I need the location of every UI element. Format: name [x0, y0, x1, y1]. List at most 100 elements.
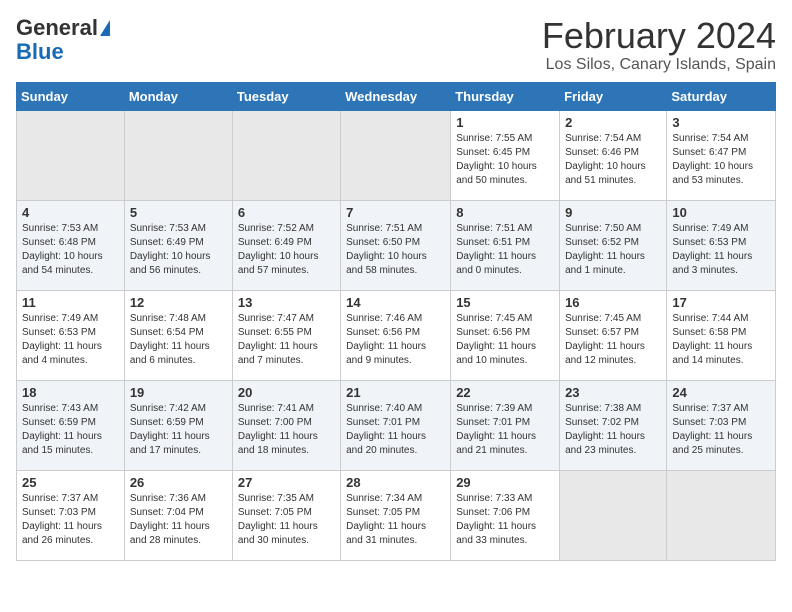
calendar-cell: 6 Sunrise: 7:52 AM Sunset: 6:49 PM Daylig… [232, 200, 340, 290]
calendar-cell: 25 Sunrise: 7:37 AM Sunset: 7:03 PM Dayli… [17, 470, 125, 560]
title-block: February 2024 Los Silos, Canary Islands,… [542, 16, 776, 74]
day-info: Sunrise: 7:48 AM Sunset: 6:54 PM Dayligh… [130, 312, 227, 368]
day-info: Sunrise: 7:46 AM Sunset: 6:56 PM Dayligh… [346, 312, 445, 368]
day-number: 7 [346, 205, 445, 220]
day-info: Sunrise: 7:51 AM Sunset: 6:50 PM Dayligh… [346, 222, 445, 278]
header-tuesday: Tuesday [232, 82, 340, 110]
day-number: 26 [130, 475, 227, 490]
day-info: Sunrise: 7:49 AM Sunset: 6:53 PM Dayligh… [22, 312, 119, 368]
calendar-cell: 16 Sunrise: 7:45 AM Sunset: 6:57 PM Dayli… [560, 290, 667, 380]
calendar-week-3: 11 Sunrise: 7:49 AM Sunset: 6:53 PM Dayli… [17, 290, 776, 380]
header-saturday: Saturday [667, 82, 776, 110]
calendar-week-1: 1 Sunrise: 7:55 AM Sunset: 6:45 PM Daylig… [17, 110, 776, 200]
calendar-cell: 13 Sunrise: 7:47 AM Sunset: 6:55 PM Dayli… [232, 290, 340, 380]
calendar-cell: 27Sunrise: 7:35 AM Sunset: 7:05 PM Dayli… [232, 470, 340, 560]
day-number: 6 [238, 205, 335, 220]
day-info: Sunrise: 7:40 AM Sunset: 7:01 PM Dayligh… [346, 402, 445, 458]
day-info: Sunrise: 7:42 AM Sunset: 6:59 PM Dayligh… [130, 402, 227, 458]
day-number: 13 [238, 295, 335, 310]
day-number: 3 [672, 115, 770, 130]
day-info: Sunrise: 7:44 AM Sunset: 6:58 PM Dayligh… [672, 312, 770, 368]
calendar-cell: 4Sunrise: 7:53 AM Sunset: 6:48 PM Daylig… [17, 200, 125, 290]
day-number: 8 [456, 205, 554, 220]
month-title: February 2024 [542, 16, 776, 56]
calendar-cell: 23 Sunrise: 7:38 AM Sunset: 7:02 PM Dayli… [560, 380, 667, 470]
day-info: Sunrise: 7:38 AM Sunset: 7:02 PM Dayligh… [565, 402, 661, 458]
day-number: 14 [346, 295, 445, 310]
logo-blue: Blue [16, 40, 64, 64]
day-info: Sunrise: 7:41 AM Sunset: 7:00 PM Dayligh… [238, 402, 335, 458]
day-info: Sunrise: 7:36 AM Sunset: 7:04 PM Dayligh… [130, 492, 227, 548]
calendar-cell: 26 Sunrise: 7:36 AM Sunset: 7:04 PM Dayli… [124, 470, 232, 560]
day-info: Sunrise: 7:33 AM Sunset: 7:06 PM Dayligh… [456, 492, 554, 548]
calendar-cell: 11 Sunrise: 7:49 AM Sunset: 6:53 PM Dayli… [17, 290, 125, 380]
header-thursday: Thursday [451, 82, 560, 110]
calendar-cell: 7 Sunrise: 7:51 AM Sunset: 6:50 PM Daylig… [341, 200, 451, 290]
header-wednesday: Wednesday [341, 82, 451, 110]
calendar-cell: 21 Sunrise: 7:40 AM Sunset: 7:01 PM Dayli… [341, 380, 451, 470]
day-info: Sunrise: 7:39 AM Sunset: 7:01 PM Dayligh… [456, 402, 554, 458]
calendar-cell: 19Sunrise: 7:42 AM Sunset: 6:59 PM Dayli… [124, 380, 232, 470]
calendar-cell [124, 110, 232, 200]
day-number: 20 [238, 385, 335, 400]
calendar-header-row: SundayMondayTuesdayWednesdayThursdayFrid… [17, 82, 776, 110]
day-number: 17 [672, 295, 770, 310]
calendar-cell [560, 470, 667, 560]
calendar-cell: 2 Sunrise: 7:54 AM Sunset: 6:46 PM Daylig… [560, 110, 667, 200]
day-info: Sunrise: 7:54 AM Sunset: 6:47 PM Dayligh… [672, 132, 770, 188]
day-info: Sunrise: 7:54 AM Sunset: 6:46 PM Dayligh… [565, 132, 661, 188]
calendar-cell [232, 110, 340, 200]
day-info: Sunrise: 7:43 AM Sunset: 6:59 PM Dayligh… [22, 402, 119, 458]
day-number: 2 [565, 115, 661, 130]
day-number: 24 [672, 385, 770, 400]
day-info: Sunrise: 7:37 AM Sunset: 7:03 PM Dayligh… [672, 402, 770, 458]
calendar-cell: 5 Sunrise: 7:53 AM Sunset: 6:49 PM Daylig… [124, 200, 232, 290]
day-number: 23 [565, 385, 661, 400]
calendar-week-5: 25 Sunrise: 7:37 AM Sunset: 7:03 PM Dayli… [17, 470, 776, 560]
calendar-cell: 10Sunrise: 7:49 AM Sunset: 6:53 PM Dayli… [667, 200, 776, 290]
day-info: Sunrise: 7:53 AM Sunset: 6:48 PM Dayligh… [22, 222, 119, 278]
day-info: Sunrise: 7:45 AM Sunset: 6:57 PM Dayligh… [565, 312, 661, 368]
day-number: 15 [456, 295, 554, 310]
day-info: Sunrise: 7:37 AM Sunset: 7:03 PM Dayligh… [22, 492, 119, 548]
day-number: 18 [22, 385, 119, 400]
calendar-cell: 9 Sunrise: 7:50 AM Sunset: 6:52 PM Daylig… [560, 200, 667, 290]
calendar-cell: 1 Sunrise: 7:55 AM Sunset: 6:45 PM Daylig… [451, 110, 560, 200]
calendar-cell: 3 Sunrise: 7:54 AM Sunset: 6:47 PM Daylig… [667, 110, 776, 200]
day-number: 5 [130, 205, 227, 220]
calendar-week-4: 18 Sunrise: 7:43 AM Sunset: 6:59 PM Dayli… [17, 380, 776, 470]
day-info: Sunrise: 7:47 AM Sunset: 6:55 PM Dayligh… [238, 312, 335, 368]
calendar-cell: 15 Sunrise: 7:45 AM Sunset: 6:56 PM Dayli… [451, 290, 560, 380]
header-sunday: Sunday [17, 82, 125, 110]
day-info: Sunrise: 7:52 AM Sunset: 6:49 PM Dayligh… [238, 222, 335, 278]
calendar-cell: 24 Sunrise: 7:37 AM Sunset: 7:03 PM Dayli… [667, 380, 776, 470]
logo: General Blue [16, 16, 110, 64]
calendar-cell: 17 Sunrise: 7:44 AM Sunset: 6:58 PM Dayli… [667, 290, 776, 380]
calendar-cell: 12 Sunrise: 7:48 AM Sunset: 6:54 PM Dayli… [124, 290, 232, 380]
day-number: 9 [565, 205, 661, 220]
calendar-cell [17, 110, 125, 200]
day-number: 21 [346, 385, 445, 400]
header-monday: Monday [124, 82, 232, 110]
day-number: 22 [456, 385, 554, 400]
day-info: Sunrise: 7:55 AM Sunset: 6:45 PM Dayligh… [456, 132, 554, 188]
day-number: 27 [238, 475, 335, 490]
day-number: 12 [130, 295, 227, 310]
header-friday: Friday [560, 82, 667, 110]
day-info: Sunrise: 7:45 AM Sunset: 6:56 PM Dayligh… [456, 312, 554, 368]
logo-triangle-icon [100, 20, 110, 36]
day-info: Sunrise: 7:53 AM Sunset: 6:49 PM Dayligh… [130, 222, 227, 278]
day-info: Sunrise: 7:51 AM Sunset: 6:51 PM Dayligh… [456, 222, 554, 278]
day-number: 11 [22, 295, 119, 310]
day-number: 25 [22, 475, 119, 490]
day-number: 29 [456, 475, 554, 490]
day-number: 10 [672, 205, 770, 220]
day-number: 1 [456, 115, 554, 130]
calendar-cell [341, 110, 451, 200]
day-info: Sunrise: 7:50 AM Sunset: 6:52 PM Dayligh… [565, 222, 661, 278]
day-number: 16 [565, 295, 661, 310]
calendar-cell: 8 Sunrise: 7:51 AM Sunset: 6:51 PM Daylig… [451, 200, 560, 290]
day-number: 28 [346, 475, 445, 490]
calendar-cell: 29 Sunrise: 7:33 AM Sunset: 7:06 PM Dayli… [451, 470, 560, 560]
logo-general: General [16, 16, 98, 40]
